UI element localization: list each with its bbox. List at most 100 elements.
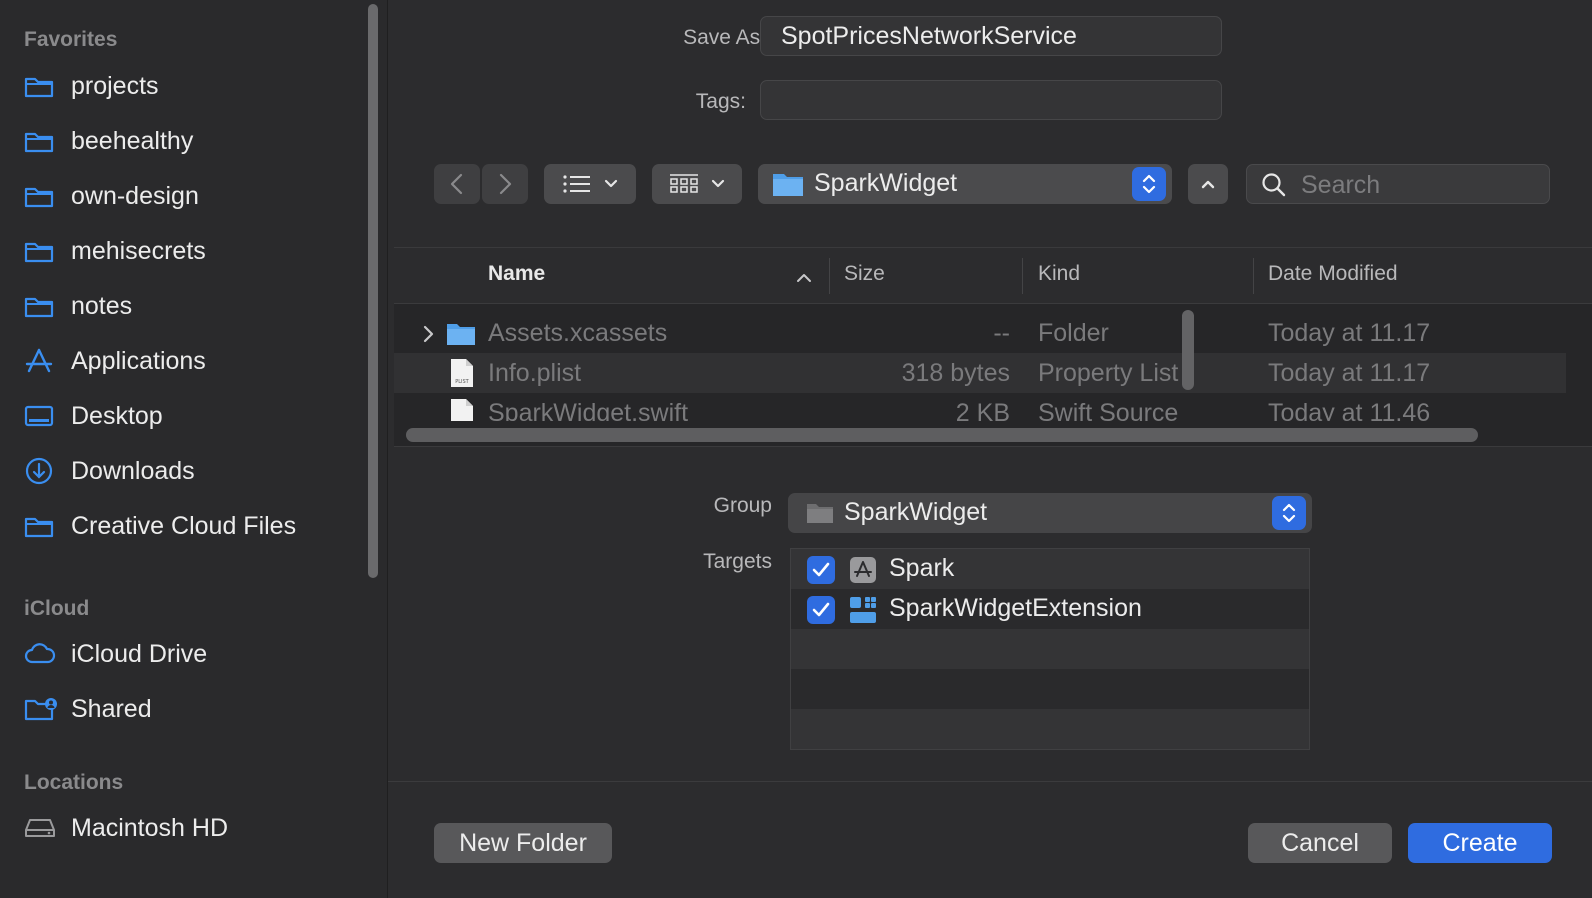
- sidebar-item-label: beehealthy: [71, 126, 194, 155]
- sort-ascending-icon: [796, 270, 812, 288]
- group-popup[interactable]: SparkWidget: [788, 493, 1312, 533]
- list-item: [791, 669, 1309, 709]
- folder-icon: [24, 511, 60, 541]
- cancel-button[interactable]: Cancel: [1248, 823, 1392, 863]
- targets-label: Targets: [703, 550, 772, 573]
- folder-icon: [24, 126, 60, 156]
- sidebar-item-label: Shared: [71, 694, 152, 723]
- file-name: Assets.xcassets: [488, 319, 668, 347]
- file-kind: Swift Source: [1038, 399, 1179, 421]
- search-icon: [1261, 172, 1287, 203]
- table-row[interactable]: Assets.xcassets -- Folder Today at 11.17: [394, 313, 1566, 353]
- column-separator[interactable]: [1022, 258, 1023, 294]
- create-button[interactable]: Create: [1408, 823, 1552, 863]
- chevron-up-icon: [1200, 178, 1216, 190]
- save-as-field[interactable]: SpotPricesNetworkService: [760, 16, 1222, 56]
- sidebar-scrollbar-thumb[interactable]: [368, 4, 378, 578]
- target-label: Spark: [889, 554, 955, 582]
- app-store-icon: [849, 556, 877, 589]
- file-kind: Folder: [1038, 319, 1109, 347]
- grid-view-icon: [669, 173, 699, 195]
- file-size: 318 bytes: [901, 359, 1010, 387]
- up-down-chevron-icon: [1272, 496, 1306, 530]
- file-kind: Property List: [1038, 359, 1179, 387]
- horizontal-scrollbar[interactable]: [406, 428, 1478, 442]
- sidebar-item-desktop[interactable]: Desktop: [24, 394, 364, 438]
- sidebar-section-locations: Locations: [24, 771, 124, 794]
- sidebar-item-label: notes: [71, 291, 133, 320]
- folder-icon: [772, 170, 804, 203]
- search-placeholder: Search: [1301, 171, 1381, 199]
- sidebar-item-mehisecrets[interactable]: mehisecrets: [24, 229, 364, 273]
- file-size: --: [993, 319, 1010, 347]
- target-checkbox[interactable]: [807, 556, 835, 584]
- sidebar-scrollbar[interactable]: [366, 0, 380, 582]
- sidebar-item-shared[interactable]: Shared: [24, 687, 364, 731]
- folder-icon: [24, 71, 60, 101]
- column-header-size[interactable]: Size: [844, 262, 885, 286]
- tags-field[interactable]: [760, 80, 1222, 120]
- list-view-icon: [562, 173, 592, 195]
- sidebar-item-label: mehisecrets: [71, 236, 206, 265]
- sidebar-item-beehealthy[interactable]: beehealthy: [24, 119, 364, 163]
- sidebar-item-macintosh-hd[interactable]: Macintosh HD: [24, 806, 364, 850]
- table-row[interactable]: PLIST Info.plist 318 bytes Property List…: [394, 353, 1566, 393]
- folder-icon: [24, 291, 60, 321]
- file-date: Today at 11.46: [1268, 399, 1431, 421]
- back-button[interactable]: [434, 164, 480, 204]
- widget-extension-icon: [849, 596, 877, 629]
- search-input[interactable]: Search: [1246, 164, 1550, 204]
- downloads-icon: [24, 456, 60, 486]
- target-row-spark[interactable]: Spark: [791, 549, 1309, 589]
- list-view-button[interactable]: [544, 164, 636, 204]
- sidebar-item-label: own-design: [71, 181, 199, 210]
- column-header-date-modified[interactable]: Date Modified: [1268, 262, 1398, 286]
- up-down-chevron-icon: [1132, 167, 1166, 201]
- targets-list: Spark SparkWidgetExtension: [790, 548, 1310, 750]
- column-separator[interactable]: [1253, 258, 1254, 294]
- applications-icon: [24, 346, 60, 376]
- cloud-icon: [24, 639, 60, 669]
- target-checkbox[interactable]: [807, 596, 835, 624]
- list-item: [791, 709, 1309, 749]
- sidebar-item-label: Applications: [71, 346, 206, 375]
- column-separator[interactable]: [829, 258, 830, 294]
- list-item: [791, 629, 1309, 669]
- folder-icon: [24, 236, 60, 266]
- sidebar-item-label: projects: [71, 71, 159, 100]
- sidebar-item-applications[interactable]: Applications: [24, 339, 364, 383]
- file-name: Info.plist: [488, 359, 582, 387]
- footer-divider: [388, 781, 1592, 782]
- new-folder-button[interactable]: New Folder: [434, 823, 612, 863]
- sidebar-item-label: Desktop: [71, 401, 163, 430]
- file-date: Today at 11.17: [1268, 359, 1431, 387]
- sidebar-item-label: Downloads: [71, 456, 195, 485]
- plist-file-icon: PLIST: [450, 358, 474, 393]
- sidebar-item-creative-cloud-files[interactable]: Creative Cloud Files: [24, 504, 364, 548]
- folder-icon: [446, 321, 476, 352]
- sidebar-item-own-design[interactable]: own-design: [24, 174, 364, 218]
- sidebar-item-downloads[interactable]: Downloads: [24, 449, 364, 493]
- tags-label: Tags:: [695, 90, 746, 113]
- disk-icon: [24, 813, 60, 843]
- chevron-down-icon: [604, 179, 618, 189]
- file-list: Assets.xcassets -- Folder Today at 11.17…: [394, 305, 1566, 421]
- target-row-sparkwidgetextension[interactable]: SparkWidgetExtension: [791, 589, 1309, 629]
- expand-collapse-button[interactable]: [1188, 164, 1228, 204]
- table-row[interactable]: SparkWidget.swift 2 KB Swift Source Toda…: [394, 393, 1566, 421]
- target-label: SparkWidgetExtension: [889, 594, 1142, 622]
- sidebar-item-icloud-drive[interactable]: iCloud Drive: [24, 632, 364, 676]
- vertical-scrollbar[interactable]: [1182, 310, 1194, 390]
- location-popup[interactable]: SparkWidget: [758, 164, 1172, 204]
- sidebar-item-projects[interactable]: projects: [24, 64, 364, 108]
- swift-file-icon: [450, 398, 474, 421]
- shared-folder-icon: [24, 694, 60, 724]
- sidebar-item-notes[interactable]: notes: [24, 284, 364, 328]
- chevron-down-icon: [711, 179, 725, 189]
- column-header-kind[interactable]: Kind: [1038, 262, 1080, 286]
- column-header-name[interactable]: Name: [488, 262, 545, 286]
- disclosure-triangle-icon[interactable]: [422, 325, 434, 348]
- file-name: SparkWidget.swift: [488, 399, 689, 421]
- group-view-button[interactable]: [652, 164, 742, 204]
- forward-button[interactable]: [482, 164, 528, 204]
